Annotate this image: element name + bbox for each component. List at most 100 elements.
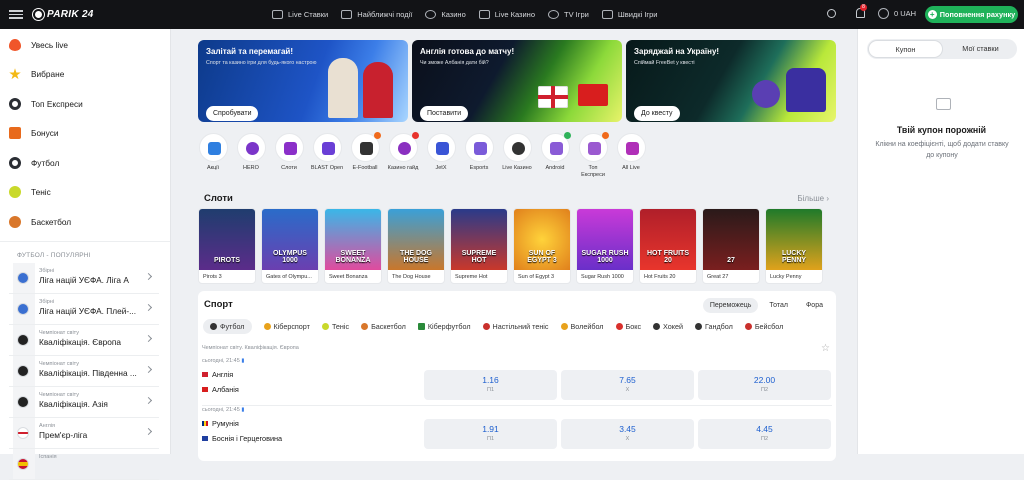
quick-link-blast[interactable]: BLAST Open [311, 133, 343, 179]
esports-icon [473, 142, 487, 155]
england-flag-icon [538, 86, 568, 108]
sport-chip-hockey[interactable]: Хокей [653, 319, 683, 334]
team-home[interactable]: Англія [202, 370, 233, 379]
cyberfootball-icon [417, 323, 425, 330]
quick-link-esports[interactable]: Esports [464, 133, 494, 179]
sport-chip-boxing[interactable]: Бокс [615, 319, 641, 334]
game-card[interactable]: SUPREME HOT Supreme Hot [450, 208, 508, 284]
chevron-right-icon [144, 272, 153, 280]
league-row[interactable]: Чемпіонат світу Кваліфікація. Азія [9, 386, 159, 418]
europe-flag-icon [17, 302, 29, 315]
quick-link-hero[interactable]: HERO [236, 133, 266, 179]
league-row[interactable]: Збірні Ліга націй УЄФА. Ліга А [9, 262, 159, 294]
odds-button-draw[interactable]: 7.65 Х [561, 370, 694, 400]
game-card[interactable]: PIROTS Pirots 3 [198, 208, 256, 284]
search-icon[interactable] [827, 9, 836, 18]
england-flag-icon [17, 426, 29, 439]
odds-button-home[interactable]: 1.16 П1 [424, 370, 557, 400]
tab-my-bets[interactable]: Мої ставки [944, 39, 1017, 59]
odds-button-home[interactable]: 1.91 П1 [424, 419, 557, 449]
quick-link-slots[interactable]: Слоти [274, 133, 304, 179]
sidebar-item-tennis[interactable]: Теніс [0, 178, 170, 208]
league-row[interactable]: Іспанія [9, 448, 159, 480]
quick-link-jetx[interactable]: JetX [426, 133, 456, 179]
promo-banner[interactable]: Залітай та перемагай! Спорт та казино іг… [198, 40, 408, 122]
sidebar-item-football[interactable]: Футбол [0, 148, 170, 178]
nav-fast-games[interactable]: Швидкі Ігри [601, 10, 658, 19]
game-card[interactable]: SWEET BONANZA Sweet Bonanza [324, 208, 382, 284]
slots-more-link[interactable]: Більше › [797, 194, 829, 203]
league-row[interactable]: Англія Прем'єр-ліга [9, 417, 159, 449]
odds-button-away[interactable]: 22.00 П2 [698, 370, 831, 400]
tab-winner[interactable]: Переможець [702, 298, 759, 313]
slots-icon [283, 142, 297, 155]
hot-badge [601, 132, 609, 139]
sport-chip-table-tennis[interactable]: Настільний теніс [482, 319, 549, 334]
banner-button[interactable]: Спробувати [206, 106, 259, 121]
banner-art [363, 62, 393, 118]
sidebar-item-all-live[interactable]: Увесь live [0, 30, 170, 60]
promo-icon [207, 142, 221, 155]
quick-link-promos[interactable]: Акції [198, 133, 228, 179]
guide-icon [397, 142, 411, 155]
basketball-icon [361, 323, 369, 330]
sidebar-item-basketball[interactable]: Баскетбол [0, 207, 170, 237]
tab-total[interactable]: Тотал [762, 298, 795, 313]
game-card[interactable]: LUCKY PENNY Lucky Penny [765, 208, 823, 284]
deposit-button[interactable]: + Поповнення рахунку [925, 6, 1018, 23]
sport-chip-handball[interactable]: Гандбол [695, 319, 733, 334]
sidebar: Увесь live Вибране Топ Експреси Бонуси Ф… [0, 29, 171, 480]
nav-casino[interactable]: Казино [425, 10, 466, 19]
sidebar-item-bonuses[interactable]: Бонуси [0, 119, 170, 149]
sport-chip-volleyball[interactable]: Волейбол [560, 319, 604, 334]
game-card[interactable]: THE DOG HOUSE The Dog House [387, 208, 445, 284]
promo-banner[interactable]: Заряджай на Україну! Спіймай FreeBet у к… [626, 40, 836, 122]
odds-button-draw[interactable]: 3.45 Х [561, 419, 694, 449]
game-card[interactable]: SUN OF EGYPT 3 Sun of Egypt 3 [513, 208, 571, 284]
gamepad-icon [263, 323, 271, 330]
team-away[interactable]: Боснія і Герцеговина [202, 434, 282, 443]
team-home[interactable]: Румунія [202, 419, 239, 428]
quick-link-efootball[interactable]: E-Football [350, 132, 381, 179]
quick-links: Акції HERO Слоти BLAST Open E-Football К… [198, 132, 646, 179]
sport-chip-football[interactable]: Футбол [203, 319, 252, 334]
league-row[interactable]: Чемпіонат світу Кваліфікація. Європа [9, 324, 159, 356]
sidebar-item-top-express[interactable]: Топ Експреси [0, 89, 170, 119]
menu-icon[interactable] [9, 10, 23, 19]
game-card[interactable]: 27 Great 27 [702, 208, 760, 284]
league-row[interactable]: Чемпіонат світу Кваліфікація. Південна ..… [9, 355, 159, 387]
quick-link-android[interactable]: Android [540, 132, 571, 179]
tab-coupon[interactable]: Купон [868, 40, 943, 58]
nav-live-bets[interactable]: Live Ставки [272, 10, 328, 19]
game-card[interactable]: HOT FRUITS 20 Hot Fruits 20 [639, 208, 697, 284]
nav-upcoming[interactable]: Найближчі події [341, 10, 412, 19]
sport-chip-tennis[interactable]: Теніс [321, 319, 349, 334]
account-balance[interactable]: 0 UAH [878, 8, 916, 19]
nav-live-casino[interactable]: Live Казино [478, 10, 535, 19]
tab-handicap[interactable]: Фора [799, 298, 830, 313]
team-away[interactable]: Албанія [202, 385, 239, 394]
odds-button-away[interactable]: 4.45 П2 [698, 419, 831, 449]
quick-link-live-casino[interactable]: Live Казино [502, 133, 532, 179]
sport-chip-cyberfootball[interactable]: Кіберфутбол [417, 319, 471, 334]
banner-button[interactable]: Поставити [420, 106, 469, 121]
quick-link-casino-guide[interactable]: Казино гайд [388, 132, 419, 179]
game-card[interactable]: SUGAR RUSH 1000 Sugar Rush 1000 [576, 208, 634, 284]
nav-tv-games[interactable]: TV Ігри [548, 10, 589, 19]
table-tennis-icon [482, 323, 490, 330]
sidebar-item-favorites[interactable]: Вибране [0, 60, 170, 90]
sport-chip-baseball[interactable]: Бейсбол [744, 319, 783, 334]
promo-banner[interactable]: Англія готова до матчу! Чи зможе Албанія… [412, 40, 622, 122]
banner-button[interactable]: До квесту [634, 106, 680, 121]
sport-chip-cybersport[interactable]: Кіберспорт [263, 319, 310, 334]
game-card[interactable]: OLYMPUS 1000 Gates of Olympu... [261, 208, 319, 284]
quick-link-all-live[interactable]: All Live [616, 133, 646, 179]
chevron-right-icon [144, 396, 153, 404]
brand-logo[interactable]: PARIK 24 [33, 9, 94, 20]
favorite-star-icon[interactable]: ☆ [821, 343, 830, 354]
ticket-icon [936, 98, 951, 110]
hot-badge [373, 132, 381, 139]
league-row[interactable]: Збірні Ліга націй УЄФА. Плей-... [9, 293, 159, 325]
sport-chip-basketball[interactable]: Баскетбол [361, 319, 406, 334]
quick-link-top-express[interactable]: Топ Експреси [578, 132, 609, 179]
